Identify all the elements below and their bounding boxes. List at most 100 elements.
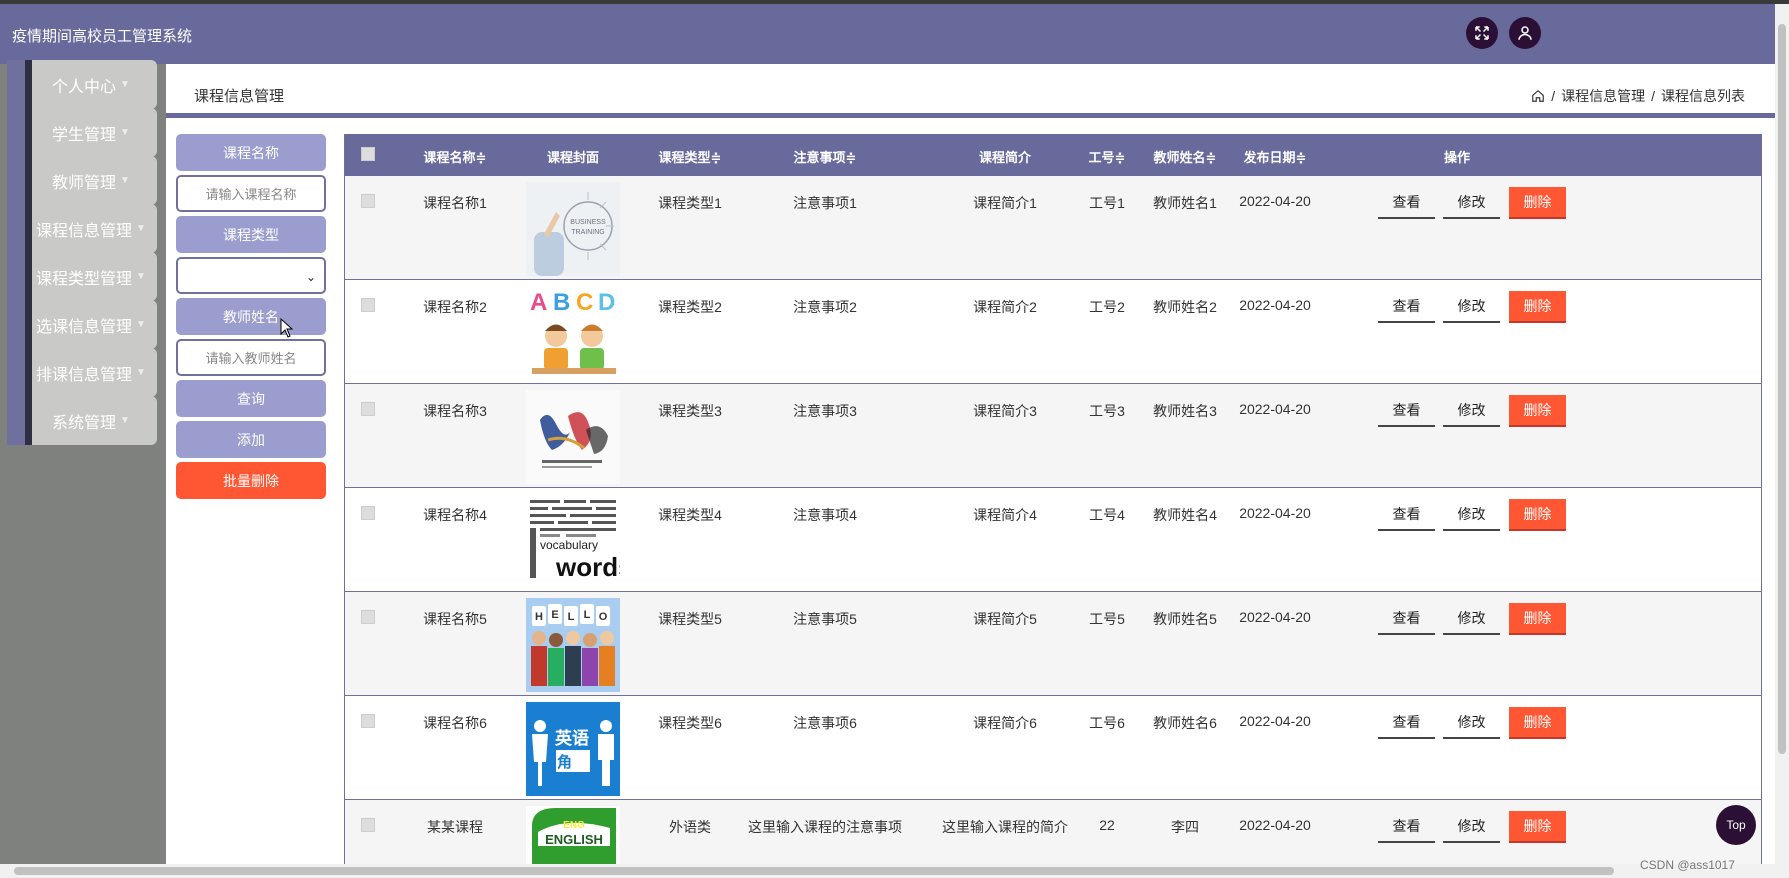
sidebar-item-label: 学生管理: [52, 126, 117, 144]
svg-text:L: L: [568, 611, 575, 623]
table-row: 课程名称4 vocabulary words 课程类型4 注意事项4 课程简介4…: [345, 488, 1761, 592]
cell-name: 课程名称2: [423, 299, 487, 315]
sidebar-item-course-type[interactable]: 课程类型管理 ▼: [7, 252, 157, 301]
edit-button[interactable]: 修改: [1443, 291, 1500, 323]
edit-button[interactable]: 修改: [1443, 603, 1500, 635]
teacher-name-label: 教师姓名: [176, 298, 326, 335]
row-checkbox[interactable]: [361, 402, 375, 416]
view-button[interactable]: 查看: [1378, 603, 1435, 635]
horizontal-scrollbar[interactable]: [0, 864, 1789, 878]
cell-notes: 注意事项2: [793, 299, 857, 315]
delete-button[interactable]: 删除: [1509, 499, 1566, 531]
breadcrumb-item[interactable]: 课程信息管理: [1561, 86, 1645, 106]
caret-down-icon: ▼: [120, 175, 130, 186]
edit-button[interactable]: 修改: [1443, 707, 1500, 739]
watermark: CSDN @ass1017: [1640, 858, 1735, 872]
row-checkbox[interactable]: [361, 194, 375, 208]
query-button[interactable]: 查询: [176, 380, 326, 417]
svg-text:ENGLISH: ENGLISH: [545, 832, 603, 847]
breadcrumb: / 课程信息管理 / 课程信息列表: [1531, 86, 1745, 106]
caret-down-icon: ▼: [120, 79, 130, 90]
app-header: 疫情期间高校员工管理系统: [0, 4, 1775, 64]
course-cover-image: ABCD: [526, 286, 620, 380]
scrollbar-thumb[interactable]: [14, 867, 1614, 875]
course-name-input[interactable]: 请输入课程名称: [176, 175, 326, 212]
fullscreen-button[interactable]: [1466, 17, 1498, 49]
view-button[interactable]: 查看: [1378, 395, 1435, 427]
delete-button[interactable]: 删除: [1509, 291, 1566, 323]
delete-button[interactable]: 删除: [1509, 187, 1566, 219]
view-button[interactable]: 查看: [1378, 811, 1435, 843]
table-row: 课程名称1 BUSINESS TRAINING 课程类型1 注意事项1 课程简介1…: [345, 176, 1761, 280]
course-type-label: 课程类型: [176, 216, 326, 253]
view-button[interactable]: 查看: [1378, 187, 1435, 219]
svg-text:ENG: ENG: [563, 820, 585, 831]
row-checkbox[interactable]: [361, 506, 375, 520]
cover-text-words: words: [556, 552, 620, 582]
page-title: 课程信息管理: [194, 88, 285, 105]
vertical-scrollbar[interactable]: [1775, 4, 1789, 866]
caret-down-icon: ▼: [120, 415, 130, 426]
back-to-top-button[interactable]: Top: [1716, 805, 1756, 845]
teacher-name-input[interactable]: 请输入教师姓名: [176, 339, 326, 376]
view-button[interactable]: 查看: [1378, 499, 1435, 531]
sidebar-item-course-info[interactable]: 课程信息管理 ▼: [7, 204, 157, 253]
sidebar-item-system[interactable]: 系统管理 ▼: [7, 396, 157, 445]
sidebar-item-label: 教师管理: [52, 174, 117, 192]
sort-icon: ≑: [1205, 150, 1217, 165]
row-checkbox[interactable]: [361, 298, 375, 312]
row-checkbox[interactable]: [361, 610, 375, 624]
table-row: 课程名称6 英语 角 课程类型6 注意事项6 课程简介6 工号6 教师姓名6 2…: [345, 696, 1761, 800]
course-type-select[interactable]: ⌄: [176, 257, 326, 294]
cover-text-vocabulary: vocabulary: [540, 538, 599, 552]
cell-notes: 注意事项4: [793, 507, 857, 523]
svg-text:H: H: [535, 611, 543, 623]
column-header-notes[interactable]: 注意事项≑: [725, 147, 925, 166]
sidebar-item-scheduling[interactable]: 排课信息管理 ▼: [7, 348, 157, 397]
caret-down-icon: ▼: [120, 127, 130, 138]
sidebar-item-personal[interactable]: 个人中心 ▼: [7, 60, 157, 109]
table-row: 课程名称5 HELLO 课程类型5 注意事项5 课程简介5 工号5 教师姓名5 …: [345, 592, 1761, 696]
caret-down-icon: ▼: [136, 367, 146, 378]
user-button[interactable]: [1509, 17, 1541, 49]
sort-icon: ≑: [845, 150, 857, 165]
cell-name: 某某课程: [427, 819, 483, 835]
column-header-cover: 课程封面: [546, 150, 599, 165]
home-icon[interactable]: [1531, 89, 1545, 103]
svg-text:B: B: [553, 289, 570, 316]
svg-text:A: A: [530, 289, 547, 316]
sidebar: 个人中心 ▼ 学生管理 ▼ 教师管理 ▼ 课程信息管理 ▼ 课程类型管理 ▼ 选课信息管理…: [0, 60, 166, 864]
delete-button[interactable]: 删除: [1509, 395, 1566, 427]
cell-date: 2022-04-20: [1239, 193, 1311, 209]
row-checkbox[interactable]: [361, 818, 375, 832]
course-cover-image: 英语 角: [526, 702, 620, 796]
batch-delete-button[interactable]: 批量删除: [176, 462, 326, 499]
cell-notes: 注意事项3: [793, 403, 857, 419]
sidebar-item-teachers[interactable]: 教师管理 ▼: [7, 156, 157, 205]
sidebar-item-enrollment[interactable]: 选课信息管理 ▼: [7, 300, 157, 349]
view-button[interactable]: 查看: [1378, 291, 1435, 323]
edit-button[interactable]: 修改: [1443, 811, 1500, 843]
cell-name: 课程名称4: [423, 507, 487, 523]
select-all-checkbox[interactable]: [361, 147, 375, 161]
sidebar-item-students[interactable]: 学生管理 ▼: [7, 108, 157, 157]
scrollbar-thumb[interactable]: [1778, 24, 1786, 754]
edit-button[interactable]: 修改: [1443, 187, 1500, 219]
column-header-date[interactable]: 发布日期≑: [1220, 147, 1330, 166]
edit-button[interactable]: 修改: [1443, 499, 1500, 531]
cell-date: 2022-04-20: [1239, 297, 1311, 313]
add-button[interactable]: 添加: [176, 421, 326, 458]
cell-date: 2022-04-20: [1239, 817, 1311, 833]
column-header-name[interactable]: 课程名称≑: [395, 147, 515, 166]
breadcrumb-separator: /: [1551, 88, 1556, 104]
delete-button[interactable]: 删除: [1509, 603, 1566, 635]
view-button[interactable]: 查看: [1378, 707, 1435, 739]
user-icon: [1518, 26, 1532, 40]
svg-text:L: L: [584, 609, 591, 621]
delete-button[interactable]: 删除: [1509, 707, 1566, 739]
edit-button[interactable]: 修改: [1443, 395, 1500, 427]
row-checkbox[interactable]: [361, 714, 375, 728]
delete-button[interactable]: 删除: [1509, 811, 1566, 843]
svg-text:E: E: [551, 609, 558, 621]
svg-text:BUSINESS: BUSINESS: [570, 219, 606, 226]
